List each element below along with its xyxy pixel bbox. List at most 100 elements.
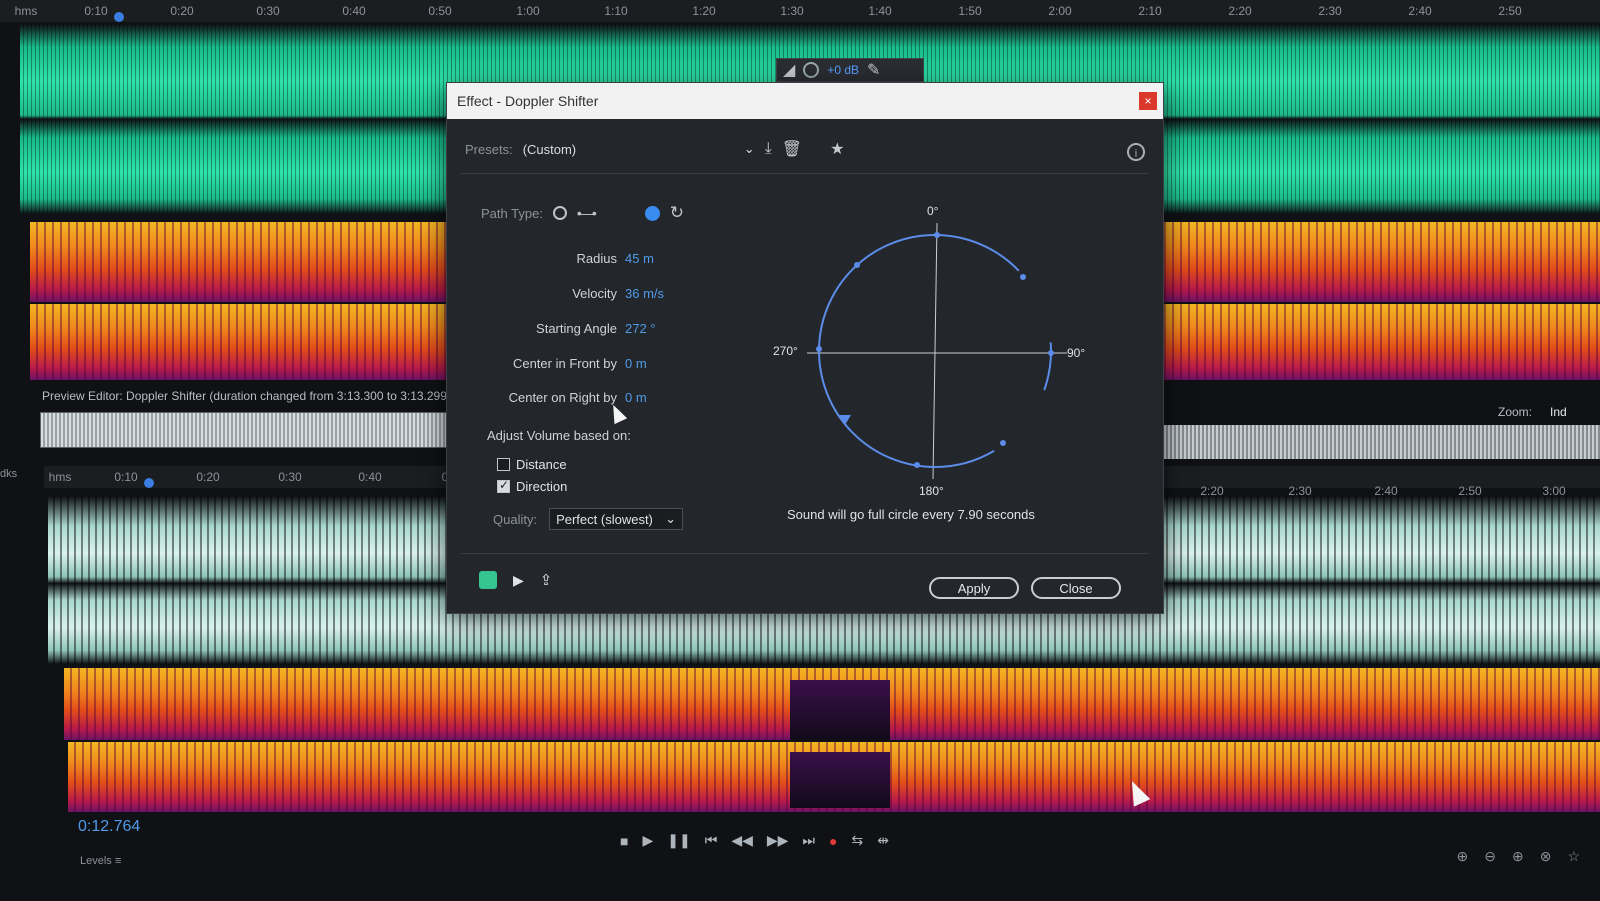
rotate-icon: ↻ [669, 203, 684, 222]
cycle-duration-caption: Sound will go full circle every 7.90 sec… [787, 507, 1035, 522]
distance-checkbox-row[interactable]: Distance [497, 457, 567, 472]
footer-toolbar: ▶ ⇪ [479, 571, 552, 589]
close-button[interactable]: Close [1031, 577, 1121, 599]
doppler-shifter-dialog: Effect - Doppler Shifter × Presets: (Cus… [446, 82, 1164, 614]
circle-path-graph[interactable]: 0° 90° 180° 270° [747, 193, 1127, 513]
center-right-value[interactable]: 0 m [625, 390, 647, 405]
skip-selection-icon[interactable]: ⇹ [877, 832, 889, 849]
ruler-tick: 1:20 [692, 4, 716, 18]
levels-label: Levels [80, 855, 112, 867]
direction-checkbox-row[interactable]: Direction [497, 478, 568, 494]
rewind-icon[interactable]: ◀◀ [731, 832, 753, 849]
path-handle[interactable] [1000, 440, 1006, 446]
zoom-label: Zoom: [1498, 405, 1533, 419]
stop-icon[interactable]: ■ [620, 833, 628, 849]
ruler-tick: 2:40 [1408, 4, 1432, 18]
path-handle[interactable] [934, 232, 940, 238]
ruler-tick: 2:20 [1228, 4, 1252, 18]
skip-start-icon[interactable]: ⏮ [705, 832, 718, 849]
starting-angle-label: Starting Angle [536, 321, 617, 336]
presets-row: Presets: (Custom) ⌄ ⤓ 🗑 ★ [465, 139, 844, 159]
chevron-down-icon: ⌄ [665, 511, 677, 526]
direction-checkbox[interactable] [497, 478, 510, 493]
ruler-tick: 1:30 [780, 4, 804, 18]
export-icon[interactable]: ⇪ [540, 571, 553, 589]
starting-angle-param: Starting Angle 272 ° [487, 321, 656, 336]
path-type-label: Path Type: [481, 205, 543, 221]
quality-row: Quality: Perfect (slowest) ⌄ [493, 508, 684, 530]
preview-play-icon[interactable]: ▶ [513, 572, 524, 589]
path-type-row: Path Type: •—• ↻ [481, 203, 684, 223]
power-toggle-icon[interactable] [479, 571, 497, 589]
header-divider [461, 173, 1149, 174]
skip-end-icon[interactable]: ⏭ [802, 832, 815, 849]
quality-value: Perfect (slowest) [556, 511, 653, 527]
pause-icon[interactable]: ❚❚ [667, 832, 690, 849]
ruler-tick: 1:00 [516, 4, 540, 18]
ruler-tick: 2:50 [1498, 4, 1522, 18]
path-circular-radio[interactable] [644, 205, 660, 221]
ruler-tick: 0:10 [114, 470, 138, 484]
path-handle[interactable] [816, 346, 822, 352]
top-timeline-ruler[interactable]: hms 0:10 0:20 0:30 0:40 0:50 1:00 1:10 1… [0, 0, 1600, 22]
path-handle[interactable] [914, 462, 920, 468]
preview-overview-strip[interactable] [40, 412, 458, 448]
menu-icon[interactable]: ≡ [115, 855, 121, 867]
loop-icon[interactable]: ⇆ [852, 832, 864, 849]
info-icon[interactable]: i [1127, 143, 1145, 161]
path-handle[interactable] [1020, 274, 1026, 280]
zoom-value[interactable]: Ind [1550, 405, 1567, 419]
play-icon[interactable]: ▶ [642, 832, 653, 849]
dialog-titlebar[interactable]: Effect - Doppler Shifter × [447, 83, 1163, 119]
zoom-selection-icon[interactable]: ☆ [1567, 848, 1580, 865]
pin-icon[interactable]: ✎ [867, 60, 880, 80]
trash-icon[interactable]: 🗑 [782, 139, 802, 159]
star-icon[interactable]: ★ [830, 139, 844, 159]
ruler-tick: 0:50 [428, 4, 452, 18]
center-front-value[interactable]: 0 m [625, 356, 647, 371]
playhead-marker-top[interactable] [114, 12, 124, 22]
record-icon[interactable]: ● [829, 833, 837, 849]
direction-label: Direction [516, 479, 568, 494]
velocity-label: Velocity [572, 286, 617, 301]
path-handle[interactable] [854, 262, 860, 268]
ruler-tick: 1:50 [958, 4, 982, 18]
path-circle-editor[interactable]: 0° 90° 180° 270° [747, 193, 1127, 513]
ruler-tick: 1:40 [868, 4, 892, 18]
preview-editor-label: Preview Editor: Doppler Shifter (duratio… [42, 389, 447, 403]
starting-angle-value[interactable]: 272 ° [625, 321, 656, 336]
velocity-value[interactable]: 36 m/s [625, 286, 664, 301]
zoom-out-full-icon[interactable]: ⊗ [1540, 848, 1552, 865]
zoom-in-amplitude-icon[interactable]: ⊕ [1457, 848, 1469, 865]
straight-line-icon: •—• [576, 205, 597, 221]
side-label: dks [0, 468, 18, 480]
direction-arrow-icon [837, 415, 851, 425]
current-time-display: 0:12.764 [78, 818, 141, 835]
transport-bar: ■ ▶ ❚❚ ⏮ ◀◀ ▶▶ ⏭ ● ⇆ ⇹ [620, 832, 889, 849]
gain-knob-icon[interactable] [803, 62, 820, 78]
gain-hud[interactable]: ◢ +0 dB ✎ [776, 58, 924, 82]
angle-bottom-label: 180° [919, 484, 944, 498]
levels-panel-label[interactable]: Levels ≡ [80, 855, 121, 867]
quality-dropdown[interactable]: Perfect (slowest) ⌄ [549, 508, 684, 530]
presets-dropdown[interactable]: (Custom) ⌄ [523, 141, 755, 157]
distance-checkbox[interactable] [497, 458, 510, 471]
zoom-out-amplitude-icon[interactable]: ⊖ [1484, 848, 1496, 865]
download-icon[interactable]: ⤓ [765, 140, 772, 158]
spectrogram-gap-ch2 [790, 752, 890, 808]
ruler-tick: 0:30 [278, 470, 302, 484]
path-straight-radio[interactable] [552, 206, 567, 220]
ruler-tick: 2:10 [1138, 4, 1162, 18]
preview-overview-strip-right[interactable] [1144, 425, 1600, 459]
radius-value[interactable]: 45 m [625, 251, 654, 266]
vertical-axis [932, 222, 938, 480]
radius-param: Radius 45 m [487, 251, 654, 266]
quality-label: Quality: [493, 511, 538, 527]
fast-forward-icon[interactable]: ▶▶ [767, 832, 789, 849]
presets-label: Presets: [465, 141, 513, 157]
zoom-in-time-icon[interactable]: ⊕ [1512, 848, 1524, 865]
path-handle[interactable] [1048, 350, 1054, 356]
close-icon[interactable]: × [1139, 92, 1157, 110]
playhead-marker-preview[interactable] [144, 478, 154, 488]
apply-button[interactable]: Apply [929, 577, 1019, 599]
